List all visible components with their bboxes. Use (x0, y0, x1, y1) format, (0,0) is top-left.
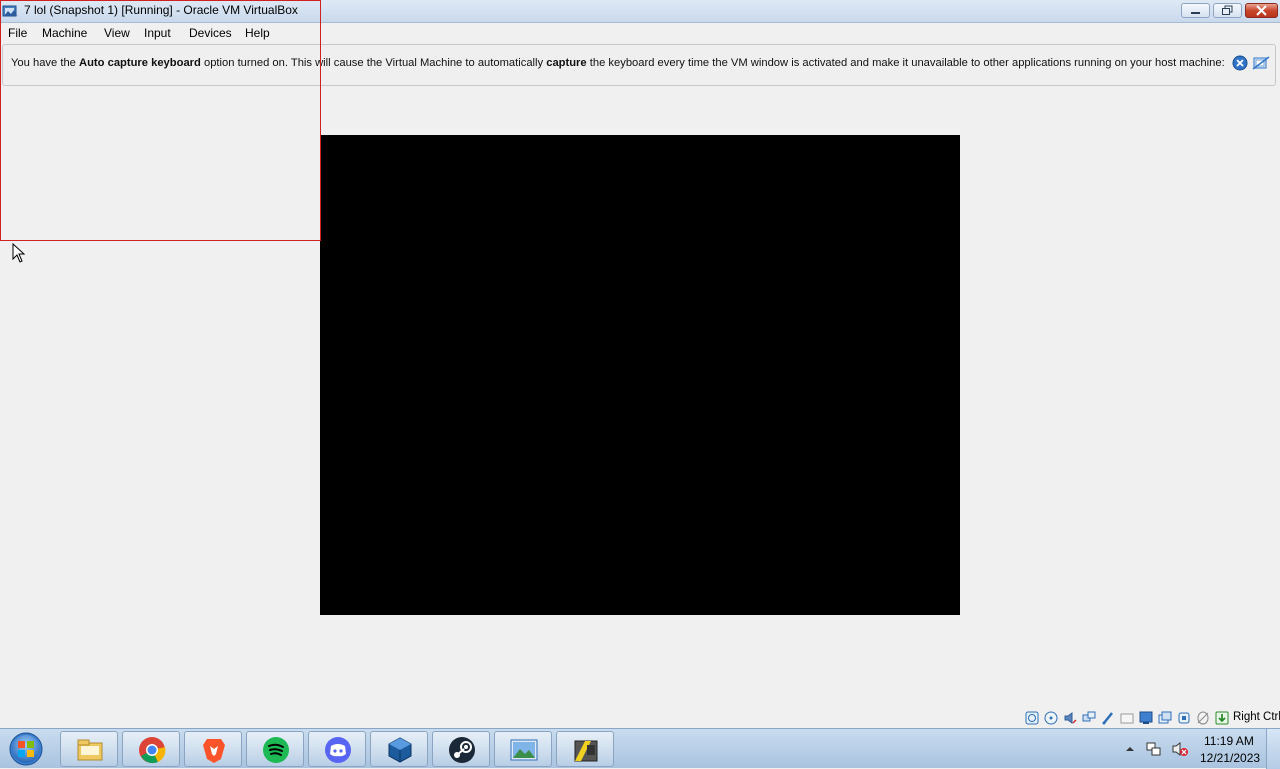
virtualbox-icon (2, 5, 17, 17)
clock-time[interactable]: 11:19 AM (1204, 734, 1254, 748)
start-button[interactable] (6, 731, 46, 767)
spotify-icon (263, 737, 289, 763)
network-tray-icon[interactable] (1146, 741, 1162, 757)
cpu-icon[interactable] (1177, 711, 1191, 725)
hide-notice-icon[interactable] (1252, 55, 1270, 71)
host-key-label[interactable]: Right Ctrl (1233, 711, 1280, 723)
minimize-icon (1191, 12, 1200, 14)
taskbar-virtualbox[interactable] (370, 731, 428, 767)
window-title: 7 lol (Snapshot 1) [Running] - Oracle VM… (24, 3, 298, 17)
taskbar-brave[interactable] (184, 731, 242, 767)
auto-capture-notice: You have the Auto capture keyboard optio… (2, 44, 1276, 86)
taskbar-photos[interactable] (494, 731, 552, 767)
close-button[interactable] (1245, 3, 1278, 18)
close-icon (1256, 5, 1267, 16)
usb-icon[interactable] (1101, 711, 1115, 725)
audio-icon[interactable] (1063, 711, 1077, 725)
taskbar-chrome[interactable] (122, 731, 180, 767)
steam-icon (449, 737, 475, 763)
brave-icon (203, 739, 225, 763)
menu-devices[interactable]: Devices (189, 25, 232, 41)
taskbar-explorer[interactable] (60, 731, 118, 767)
menu-bar: File Machine View Input Devices Help (0, 23, 1280, 43)
mouse-pointer-icon (12, 243, 26, 263)
photos-icon (510, 739, 538, 761)
volume-muted-icon[interactable] (1171, 741, 1189, 757)
menu-machine[interactable]: Machine (42, 25, 87, 41)
taskbar-spotify[interactable] (246, 731, 304, 767)
window-title-bar[interactable]: 7 lol (Snapshot 1) [Running] - Oracle VM… (0, 0, 1280, 23)
display-icon[interactable] (1139, 711, 1153, 725)
clock-date[interactable]: 12/21/2023 (1200, 751, 1260, 765)
minimize-button[interactable] (1181, 3, 1210, 18)
taskbar-app[interactable] (556, 731, 614, 767)
vm-display[interactable] (320, 135, 960, 615)
taskbar: 11:19 AM 12/21/2023 (0, 728, 1280, 769)
notice-text-3: the keyboard every time the VM window is… (586, 57, 1225, 69)
chrome-icon (139, 737, 166, 764)
close-notice-icon[interactable] (1232, 55, 1248, 71)
video-capture-icon[interactable] (1158, 711, 1172, 725)
maximize-icon (1222, 5, 1233, 15)
taskbar-steam[interactable] (432, 731, 490, 767)
taskbar-discord[interactable] (308, 731, 366, 767)
vm-status-bar: Right Ctrl (0, 708, 1280, 728)
virtualbox-icon (388, 737, 412, 763)
notice-message: You have the Auto capture keyboard optio… (11, 57, 1225, 69)
menu-input[interactable]: Input (144, 25, 171, 41)
keyboard-capture-icon[interactable] (1215, 711, 1229, 725)
app-icon (574, 740, 598, 762)
shared-folders-icon[interactable] (1120, 711, 1134, 725)
network-icon[interactable] (1082, 711, 1096, 725)
mouse-integration-icon[interactable] (1196, 711, 1210, 725)
show-hidden-icons-icon[interactable] (1125, 744, 1135, 754)
notice-text-1: You have the (11, 57, 80, 69)
maximize-button[interactable] (1213, 3, 1242, 18)
menu-file[interactable]: File (8, 25, 27, 41)
notice-text-2: option turned on. This will cause the Vi… (200, 57, 547, 69)
optical-drive-icon[interactable] (1044, 711, 1058, 725)
menu-view[interactable]: View (104, 25, 130, 41)
hard-disk-icon[interactable] (1025, 711, 1039, 725)
discord-icon (325, 737, 351, 763)
notice-bold-1: Auto capture keyboard (79, 57, 201, 69)
explorer-icon (77, 739, 103, 761)
notice-bold-2: capture (546, 57, 587, 69)
menu-help[interactable]: Help (245, 25, 270, 41)
show-desktop-button[interactable] (1266, 729, 1280, 769)
